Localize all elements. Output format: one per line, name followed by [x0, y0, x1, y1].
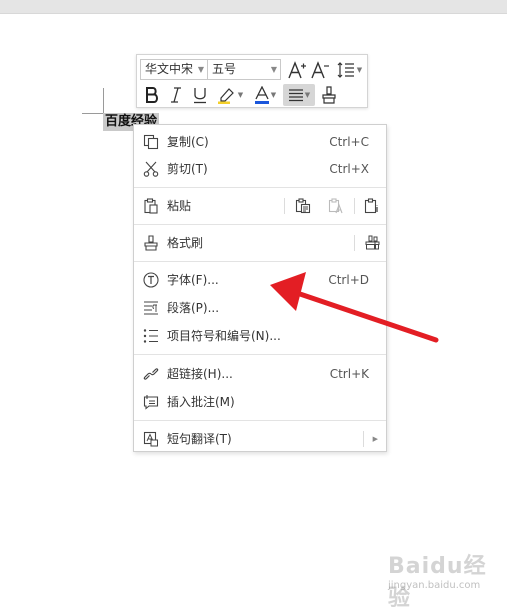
arrow-shaft: [297, 291, 439, 343]
arrow-head: [270, 272, 306, 311]
annotation-arrow-icon: [270, 272, 439, 343]
watermark: Baidu经验 jingyan.baidu.com: [388, 548, 498, 611]
watermark-url: jingyan.baidu.com: [388, 580, 481, 591]
